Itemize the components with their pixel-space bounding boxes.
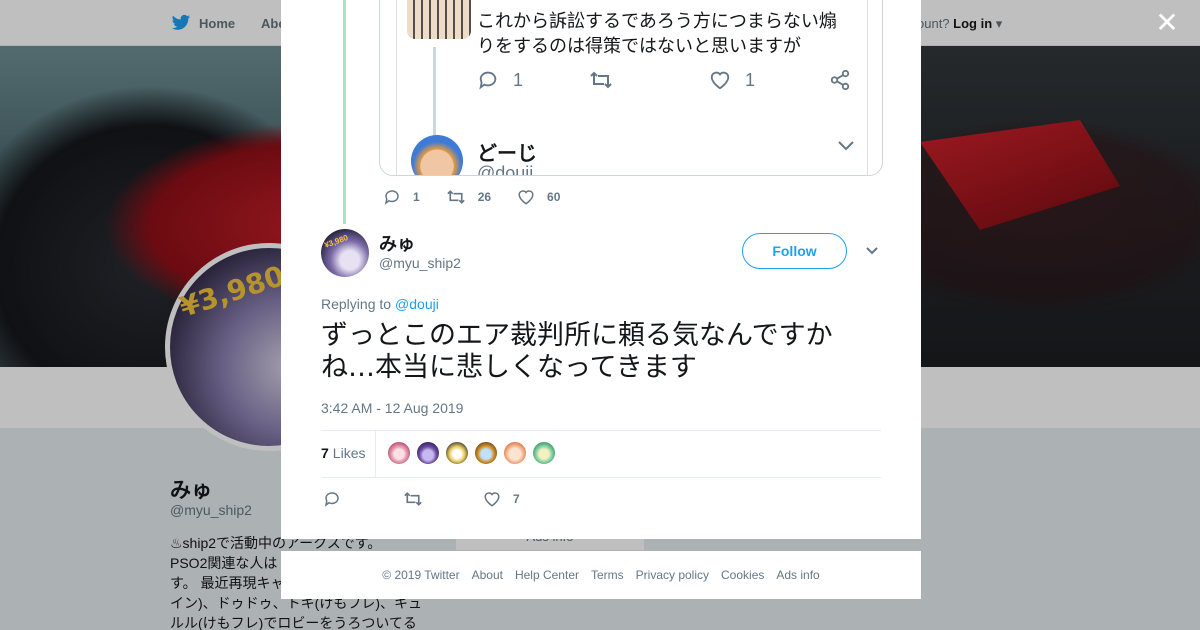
- like-button[interactable]: 7: [483, 490, 520, 508]
- retweet-icon: [446, 190, 465, 204]
- tweet-timestamp[interactable]: 3:42 AM - 12 Aug 2019: [321, 400, 463, 416]
- parent-reply-count: 1: [413, 190, 420, 204]
- close-button[interactable]: ✕: [1152, 8, 1182, 38]
- reply-icon: [384, 190, 399, 205]
- share-icon: [830, 69, 850, 91]
- screenshot-like: 1: [709, 69, 755, 91]
- likes-count: 7: [321, 445, 329, 461]
- parent-like-button[interactable]: 60: [517, 188, 560, 206]
- reply-button[interactable]: [323, 490, 403, 508]
- liker-avatar[interactable]: [532, 441, 556, 465]
- screenshot-retweet: [589, 69, 613, 91]
- screenshot-image: これから訴訟するであろう方につまらない煽 りをするのは得策ではないと思いますが …: [396, 0, 868, 176]
- heart-icon: [710, 71, 730, 90]
- tweet-text-line: ずっとこのエア裁判所に頼る気なんですか: [321, 320, 833, 351]
- footer-link-terms[interactable]: Terms: [591, 568, 624, 582]
- chevron-down-icon: [838, 141, 854, 151]
- replying-label: Replying to: [321, 296, 392, 312]
- likes-stat[interactable]: 7 Likes: [321, 445, 365, 461]
- likes-separator: [375, 431, 376, 477]
- screenshot-text: これから訴訟するであろう方につまらない煽 りをするのは得策ではないと思いますが: [477, 9, 837, 59]
- author-handle[interactable]: @myu_ship2: [379, 255, 461, 271]
- author-avatar[interactable]: ¥3,980: [321, 229, 369, 277]
- parent-reply-button[interactable]: 1: [383, 188, 420, 206]
- screenshot-text-line: これから訴訟するであろう方につまらない煽: [477, 11, 837, 32]
- screenshot-share: [829, 69, 851, 91]
- tweet-text: ずっとこのエア裁判所に頼る気なんですか ね…本当に悲しくなってきます: [321, 320, 881, 384]
- quoted-media-card[interactable]: これから訴訟するであろう方につまらない煽 りをするのは得策ではないと思いますが …: [379, 0, 883, 176]
- screenshot-reply-avatar: [411, 135, 463, 175]
- tweet-text-line: ね…本当に悲しくなってきます: [321, 352, 697, 383]
- liker-avatar[interactable]: [445, 441, 469, 465]
- footer: © 2019 Twitter About Help Center Terms P…: [281, 551, 921, 599]
- screenshot-thread-line: [433, 47, 436, 137]
- heart-icon: [518, 190, 534, 205]
- liker-avatar[interactable]: [503, 441, 527, 465]
- screenshot-text-line: りをするのは得策ではないと思いますが: [477, 36, 801, 57]
- tweet-actions: 7: [323, 489, 520, 509]
- retweet-icon: [590, 71, 612, 89]
- heart-icon: [484, 492, 500, 507]
- parent-retweet-count: 26: [477, 190, 492, 204]
- screenshot-reply-count: 1: [513, 69, 524, 90]
- screenshot-reply: 1: [477, 69, 523, 91]
- divider: [321, 430, 881, 431]
- screenshot-avatar: [407, 0, 471, 39]
- footer-link-help-center[interactable]: Help Center: [515, 568, 579, 582]
- footer-link-about[interactable]: About: [472, 568, 503, 582]
- follow-button[interactable]: Follow: [742, 233, 847, 269]
- author-name[interactable]: みゅ: [379, 230, 415, 256]
- reply-icon: [324, 492, 339, 507]
- author-avatar-price: ¥3,980: [323, 233, 350, 250]
- footer-link-privacy[interactable]: Privacy policy: [636, 568, 709, 582]
- footer-copyright: © 2019 Twitter: [382, 568, 460, 582]
- parent-like-count: 60: [547, 190, 561, 204]
- screenshot-like-count: 1: [745, 69, 756, 90]
- replying-mention-link[interactable]: @douji: [395, 296, 439, 312]
- likes-label: Likes: [332, 445, 366, 461]
- replying-to: Replying to @douji: [321, 296, 439, 312]
- divider: [321, 477, 881, 478]
- likers-avatars: [387, 441, 556, 465]
- reply-icon: [479, 71, 497, 90]
- footer-link-ads-info[interactable]: Ads info: [776, 568, 819, 582]
- parent-retweet-button[interactable]: 26: [446, 188, 491, 206]
- thread-connector: [343, 0, 346, 224]
- screenshot-actions: 1 1: [477, 69, 857, 93]
- like-count: 7: [513, 492, 520, 506]
- screenshot-reply-name: どーじ: [477, 141, 537, 165]
- liker-avatar[interactable]: [416, 441, 440, 465]
- screenshot-reply-handle: @douji: [477, 163, 534, 176]
- retweet-button[interactable]: [403, 490, 483, 508]
- liker-avatar[interactable]: [387, 441, 411, 465]
- footer-link-cookies[interactable]: Cookies: [721, 568, 764, 582]
- retweet-icon: [404, 492, 422, 506]
- parent-tweet-actions: 1 26 60: [383, 187, 586, 207]
- tweet-modal: これから訴訟するであろう方につまらない煽 りをするのは得策ではないと思いますが …: [281, 0, 921, 539]
- liker-avatar[interactable]: [474, 441, 498, 465]
- chevron-down-icon[interactable]: [865, 245, 879, 257]
